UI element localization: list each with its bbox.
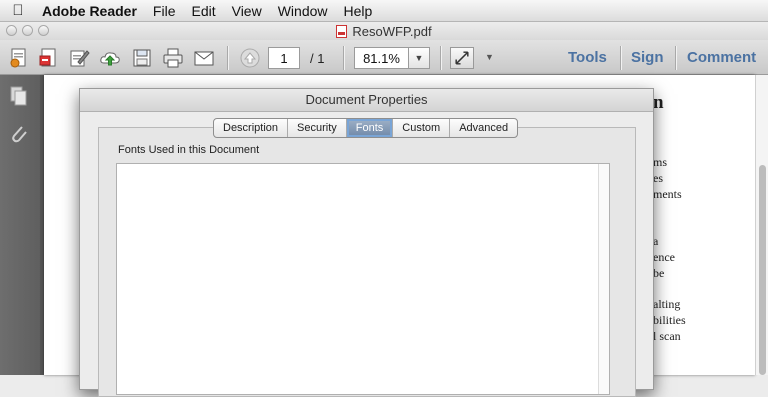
menu-window[interactable]: Window — [270, 3, 336, 19]
main-toolbar: 1 / 1 81.1% ▼ ▼ Tools Sign Comment — [0, 40, 768, 75]
fit-page-icon[interactable] — [450, 47, 474, 69]
zoom-dropdown-button[interactable]: ▼ — [408, 47, 430, 69]
menu-view[interactable]: View — [224, 3, 270, 19]
navigation-pane — [0, 75, 41, 375]
page-total: / 1 — [310, 51, 325, 66]
pdf-file-icon — [336, 24, 348, 38]
page-text-line: alting — [653, 297, 681, 311]
tab-advanced[interactable]: Advanced — [450, 119, 517, 137]
toolbar-separator — [343, 46, 344, 70]
menu-edit[interactable]: Edit — [183, 3, 223, 19]
print-icon[interactable] — [161, 46, 185, 70]
page-text-line: ments — [653, 187, 682, 201]
document-properties-dialog: Document Properties Description Security… — [79, 88, 654, 397]
save-icon[interactable] — [130, 46, 154, 70]
close-window-button[interactable] — [6, 25, 17, 36]
tools-button[interactable]: Tools — [568, 49, 607, 66]
page-thumbnails-icon[interactable] — [8, 85, 30, 107]
fonts-group-label: Fonts Used in this Document — [118, 144, 260, 156]
page-text-line: bilities — [653, 313, 686, 327]
page-text-line: l scan — [653, 329, 681, 343]
page-text-line: be — [653, 266, 665, 280]
toolbar-separator — [620, 46, 621, 70]
chevron-down-icon: ▼ — [414, 53, 424, 63]
toolbar-separator — [227, 46, 228, 70]
page-text-line: es — [653, 171, 663, 185]
page-text-line: ence — [653, 250, 675, 264]
email-icon[interactable] — [192, 46, 216, 70]
tab-custom[interactable]: Custom — [393, 119, 451, 137]
edit-pdf-icon[interactable] — [67, 46, 91, 70]
page-number-input[interactable]: 1 — [268, 47, 300, 69]
minimize-window-button[interactable] — [22, 25, 33, 36]
window-controls — [6, 25, 49, 36]
menu-bar:  Adobe Reader File Edit View Window Hel… — [0, 0, 768, 22]
zoom-window-button[interactable] — [38, 25, 49, 36]
fonts-list[interactable] — [116, 163, 610, 395]
previous-page-icon[interactable] — [238, 46, 262, 70]
tab-security[interactable]: Security — [288, 119, 347, 137]
document-scroll-thumb[interactable] — [759, 165, 766, 375]
attachments-icon[interactable] — [8, 123, 30, 145]
create-pdf-icon[interactable] — [7, 46, 31, 70]
menu-file[interactable]: File — [145, 3, 184, 19]
cloud-upload-icon[interactable] — [98, 46, 122, 70]
tab-description[interactable]: Description — [214, 119, 289, 137]
window-title: ResoWFP.pdf — [352, 23, 432, 39]
fonts-list-scrollbar[interactable] — [598, 164, 609, 394]
apple-icon[interactable]:  — [0, 2, 36, 19]
tab-fonts[interactable]: Fonts — [346, 119, 394, 137]
dialog-title: Document Properties — [80, 89, 653, 112]
toolbar-separator — [675, 46, 676, 70]
window-titlebar: ResoWFP.pdf — [0, 22, 768, 40]
zoom-input[interactable]: 81.1% — [354, 47, 409, 69]
app-menu[interactable]: Adobe Reader — [36, 3, 145, 19]
sign-button[interactable]: Sign — [631, 49, 664, 66]
toolbar-separator — [440, 46, 441, 70]
dialog-tabs: Description Security Fonts Custom Advanc… — [213, 118, 519, 138]
page-heading-fragment: n — [653, 92, 664, 113]
document-scrollbar[interactable] — [755, 75, 768, 375]
menu-help[interactable]: Help — [336, 3, 381, 19]
comment-button[interactable]: Comment — [687, 49, 756, 66]
toolbar-overflow-icon[interactable]: ▼ — [485, 52, 494, 62]
convert-pdf-icon[interactable] — [37, 46, 61, 70]
page-text-line: ms — [653, 155, 668, 169]
